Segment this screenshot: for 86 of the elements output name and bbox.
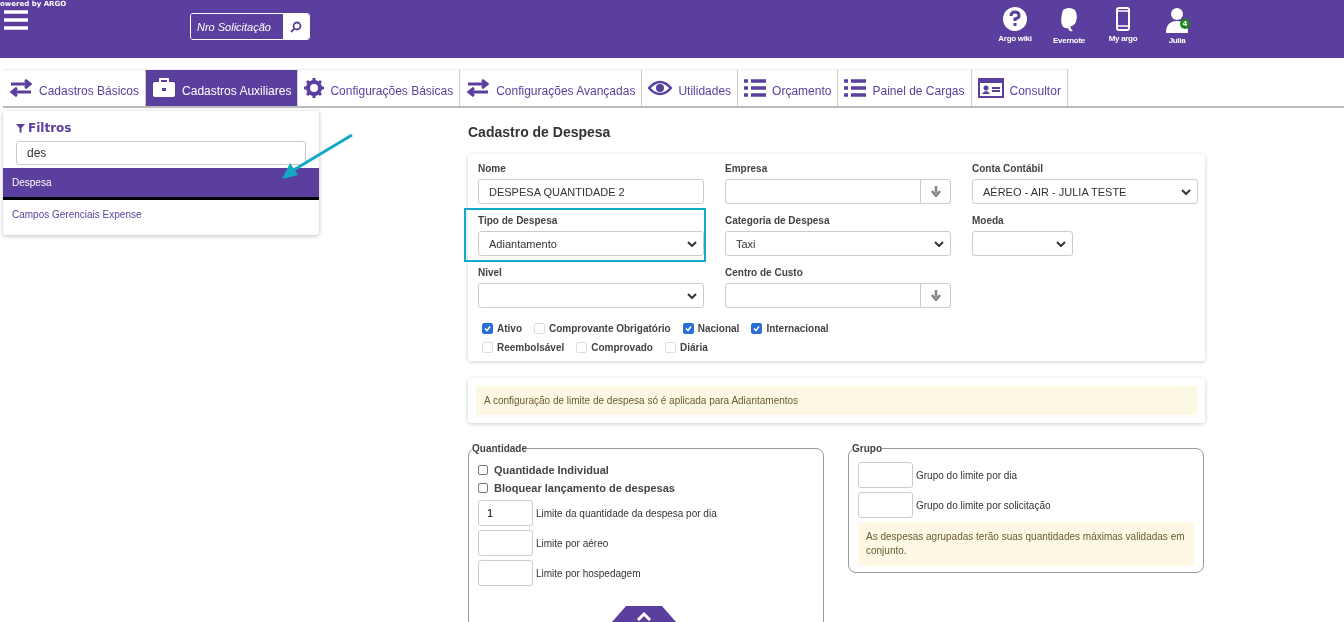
- field-label: Tipo de Despesa: [478, 215, 559, 226]
- notice-text: A configuração de limite de despesa só é aplicada para Adiantamentos: [476, 386, 1197, 415]
- limit-label: Grupo do limite por solicitação: [916, 499, 1051, 511]
- shortcut-button[interactable]: My argo: [1096, 0, 1150, 45]
- lookup-field[interactable]: [725, 179, 921, 204]
- checkbox-box[interactable]: [482, 323, 493, 334]
- field-label: Centro de Custo: [725, 267, 804, 278]
- checkbox[interactable]: Internacional: [751, 323, 829, 334]
- limit-label: Limite por aéreo: [536, 537, 609, 549]
- chevron-down-icon: [1181, 188, 1191, 195]
- group-title: Grupo: [852, 443, 882, 454]
- checkbox-box[interactable]: [478, 483, 488, 493]
- list-icon: [844, 79, 867, 97]
- chevron-down-icon: [687, 240, 697, 247]
- search-icon: [290, 20, 302, 33]
- arrow-down-icon: [930, 186, 941, 197]
- briefcase-icon: [152, 78, 177, 98]
- checkbox[interactable]: Comprovado: [576, 342, 653, 353]
- limit-label: Grupo do limite por dia: [916, 469, 1018, 481]
- nav-tab[interactable]: Cadastros Básicos: [3, 69, 147, 106]
- limit-field[interactable]: [858, 462, 913, 488]
- checkbox[interactable]: Quantidade Individual: [478, 464, 814, 476]
- checkbox[interactable]: Comprovante Obrigatório: [534, 323, 671, 334]
- field-label: Empresa: [725, 163, 769, 174]
- chevron-down-icon: [934, 240, 944, 247]
- limit-field[interactable]: [858, 492, 913, 518]
- filter-field[interactable]: des: [16, 141, 306, 165]
- limit-label: Limite por hospedagem: [536, 567, 641, 579]
- search-field[interactable]: Nro Solicitação: [190, 13, 310, 40]
- nav-tab[interactable]: Orçamento: [738, 69, 839, 106]
- chevron-down-icon: [1056, 240, 1066, 247]
- arrow-down-button[interactable]: [921, 283, 951, 308]
- group-note: As despesas agrupadas terão suas quantidades máximas validadas em conjunto.: [858, 522, 1194, 566]
- checkbox[interactable]: Diária: [664, 342, 708, 353]
- limit-field[interactable]: 1: [478, 500, 533, 526]
- help-icon: [1003, 7, 1027, 31]
- checkbox[interactable]: Nacional: [682, 323, 740, 334]
- select-field[interactable]: Taxi: [725, 231, 951, 256]
- nav-tab[interactable]: Consultor: [971, 69, 1068, 106]
- id-card-icon: [977, 78, 1004, 98]
- menu-icon[interactable]: [4, 10, 28, 30]
- field-label: Nome: [478, 163, 507, 174]
- arrow-down-icon: [930, 290, 941, 301]
- menu-item[interactable]: Despesa: [3, 168, 319, 200]
- group-title: Quantidade: [472, 443, 527, 454]
- nav-tab[interactable]: Configurações Avançadas: [460, 69, 643, 106]
- checkbox[interactable]: Reembolsável: [482, 342, 565, 353]
- select-field[interactable]: [972, 231, 1073, 256]
- shortcut-button[interactable]: Argo wiki: [988, 0, 1042, 45]
- field-label: Conta Contábil: [972, 163, 1045, 174]
- shortcut-button[interactable]: Evernote: [1042, 0, 1096, 45]
- select-field[interactable]: [478, 283, 704, 308]
- search-button[interactable]: [283, 14, 309, 39]
- list-icon: [744, 79, 767, 97]
- lookup-field[interactable]: [725, 283, 921, 308]
- nav-tab[interactable]: Configurações Básicas: [298, 69, 461, 106]
- limit-label: Limite da quantidade da despesa por dia: [536, 507, 717, 519]
- checkbox[interactable]: Bloquear lançamento de despesas: [478, 482, 814, 494]
- nome-field[interactable]: DESPESA QUANTIDADE 2: [478, 179, 704, 204]
- filter-icon: [16, 123, 25, 133]
- nav-tab[interactable]: Painel de Cargas: [838, 69, 972, 106]
- eye-icon: [648, 80, 673, 96]
- select-field[interactable]: AÉREO - AIR - JULIA TESTE: [972, 179, 1198, 204]
- checkbox-box[interactable]: [682, 323, 694, 334]
- user-icon: [1166, 7, 1188, 33]
- select-field[interactable]: Adiantamento: [478, 231, 704, 256]
- phone-icon: [1116, 7, 1130, 31]
- arrows-icon: [9, 79, 33, 97]
- arrow-down-button[interactable]: [921, 179, 951, 204]
- limit-field[interactable]: [478, 530, 533, 556]
- filter-title: Filtros: [28, 121, 72, 135]
- field-label: Nivel: [478, 267, 503, 278]
- nav-tab[interactable]: Cadastros Auxiliares: [146, 69, 299, 106]
- limit-field[interactable]: [478, 560, 533, 586]
- checkbox-box[interactable]: [751, 323, 763, 334]
- gear-icon: [304, 78, 325, 98]
- menu-item[interactable]: Campos Gerenciais Expense: [3, 200, 319, 229]
- checkbox-box[interactable]: [478, 465, 488, 475]
- scroll-top-button[interactable]: [612, 606, 676, 622]
- nav-tab[interactable]: Utilidades: [642, 69, 739, 106]
- arrows-icon: [466, 79, 491, 97]
- field-label: Moeda: [972, 215, 1005, 226]
- checkbox[interactable]: Ativo: [482, 323, 522, 334]
- chevron-down-icon: [687, 292, 697, 299]
- field-label: Categoria de Despesa: [725, 215, 831, 226]
- page-title: Cadastro de Despesa: [468, 124, 612, 140]
